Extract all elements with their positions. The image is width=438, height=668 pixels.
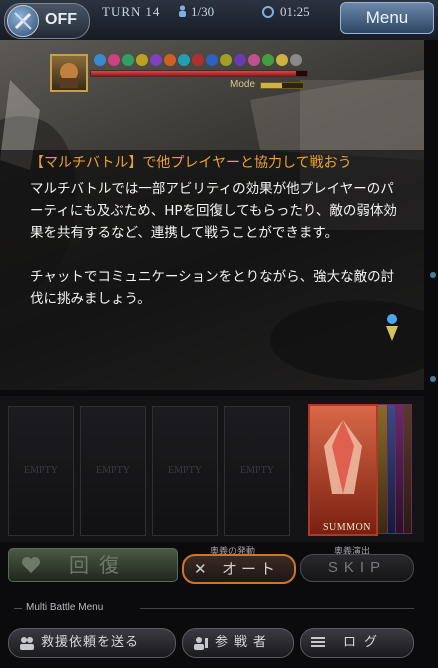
buff-icon <box>206 54 218 66</box>
buff-icon <box>178 54 190 66</box>
crystal-icon <box>324 420 362 494</box>
divider <box>140 608 414 609</box>
side-indicator <box>430 272 436 278</box>
buff-icon <box>192 54 204 66</box>
party-slot[interactable]: EMPTY <box>152 406 218 536</box>
buff-icon <box>108 54 120 66</box>
summon-label: SUMMON <box>322 522 371 533</box>
participants-icon <box>194 637 208 650</box>
heal-label: 回復 <box>69 553 129 577</box>
ougi-auto-button[interactable]: ✕ オート <box>182 554 296 584</box>
party-slot[interactable]: EMPTY <box>8 406 74 536</box>
multi-menu-title: Multi Battle Menu <box>26 602 104 613</box>
participants-label: 参戦者 <box>215 635 273 650</box>
log-button[interactable]: ログ <box>300 628 414 658</box>
party-panel: EMPTY EMPTY EMPTY EMPTY SUMMON <box>0 396 424 542</box>
party-slot-label: EMPTY <box>24 465 58 476</box>
people-icon <box>20 637 34 650</box>
list-icon <box>311 637 325 647</box>
party-slot[interactable]: EMPTY <box>80 406 146 536</box>
player-count-value: 1/30 <box>191 4 215 19</box>
summon-panel[interactable]: SUMMON <box>308 404 414 538</box>
mode-gauge <box>260 82 304 89</box>
buff-icon <box>234 54 246 66</box>
party-slot-label: EMPTY <box>96 465 130 476</box>
boss-portrait-icon[interactable] <box>50 54 88 92</box>
buff-icon <box>136 54 148 66</box>
divider <box>14 608 22 609</box>
battle-timer: 01:25 <box>262 4 310 20</box>
turn-counter: TURN 14 <box>98 4 160 20</box>
buff-icon <box>248 54 260 66</box>
buff-icon <box>276 54 288 66</box>
mode-label: Mode <box>230 79 256 90</box>
party-slot-label: EMPTY <box>240 465 274 476</box>
skip-button[interactable]: SKIP <box>300 554 414 582</box>
timer-value: 01:25 <box>280 4 310 19</box>
boss-hp-bar <box>90 70 308 77</box>
party-slot-label: EMPTY <box>168 465 202 476</box>
player-count: 1/30 <box>178 4 214 20</box>
rescue-request-button[interactable]: 救援依頼を送る <box>8 628 176 658</box>
person-icon <box>179 5 186 17</box>
buff-icon <box>94 54 106 66</box>
tip-title: 【マルチバトル】で他プレイヤーと協力して戦おう <box>30 155 352 171</box>
buff-icon <box>220 54 232 66</box>
auto-sword-icon <box>7 5 39 37</box>
buff-icon <box>150 54 162 66</box>
boss-status: Mode <box>50 54 310 98</box>
side-indicator <box>430 376 436 382</box>
top-bar: OFF TURN 14 1/30 01:25 Menu <box>0 0 438 41</box>
log-label: ログ <box>343 635 386 650</box>
rescue-label: 救援依頼を送る <box>41 635 140 650</box>
multi-battle-menu: Multi Battle Menu 救援依頼を送る 参戦者 ログ <box>0 596 424 668</box>
mode-gauge-fill <box>261 83 282 88</box>
buff-icon <box>262 54 274 66</box>
heal-button[interactable]: 回復 <box>8 548 178 582</box>
turn-value: 14 <box>145 4 161 19</box>
right-edge <box>424 40 438 668</box>
party-slot[interactable]: EMPTY <box>224 406 290 536</box>
participants-button[interactable]: 参戦者 <box>182 628 294 658</box>
heart-icon <box>22 557 40 573</box>
buff-icon <box>290 54 302 66</box>
buff-icon <box>164 54 176 66</box>
crossed-swords-icon: ✕ <box>194 560 207 578</box>
clock-icon <box>262 6 274 18</box>
auto-label: オート <box>222 560 280 578</box>
tip-body: マルチバトルでは一部アビリティの効果が他プレイヤーのパーティにも及ぶため、HPを… <box>30 181 397 307</box>
next-tip-icon[interactable] <box>384 312 400 342</box>
summon-card[interactable]: SUMMON <box>308 404 378 536</box>
buff-icon <box>122 54 134 66</box>
auto-status-label: OFF <box>45 11 77 28</box>
auto-battle-toggle[interactable]: OFF <box>4 3 90 39</box>
turn-label: TURN <box>102 4 142 19</box>
menu-button[interactable]: Menu <box>340 2 434 34</box>
boss-hp-fill <box>91 71 297 76</box>
action-row: 回復 奥義の発動 ✕ オート 奥義演出 SKIP <box>0 542 424 592</box>
